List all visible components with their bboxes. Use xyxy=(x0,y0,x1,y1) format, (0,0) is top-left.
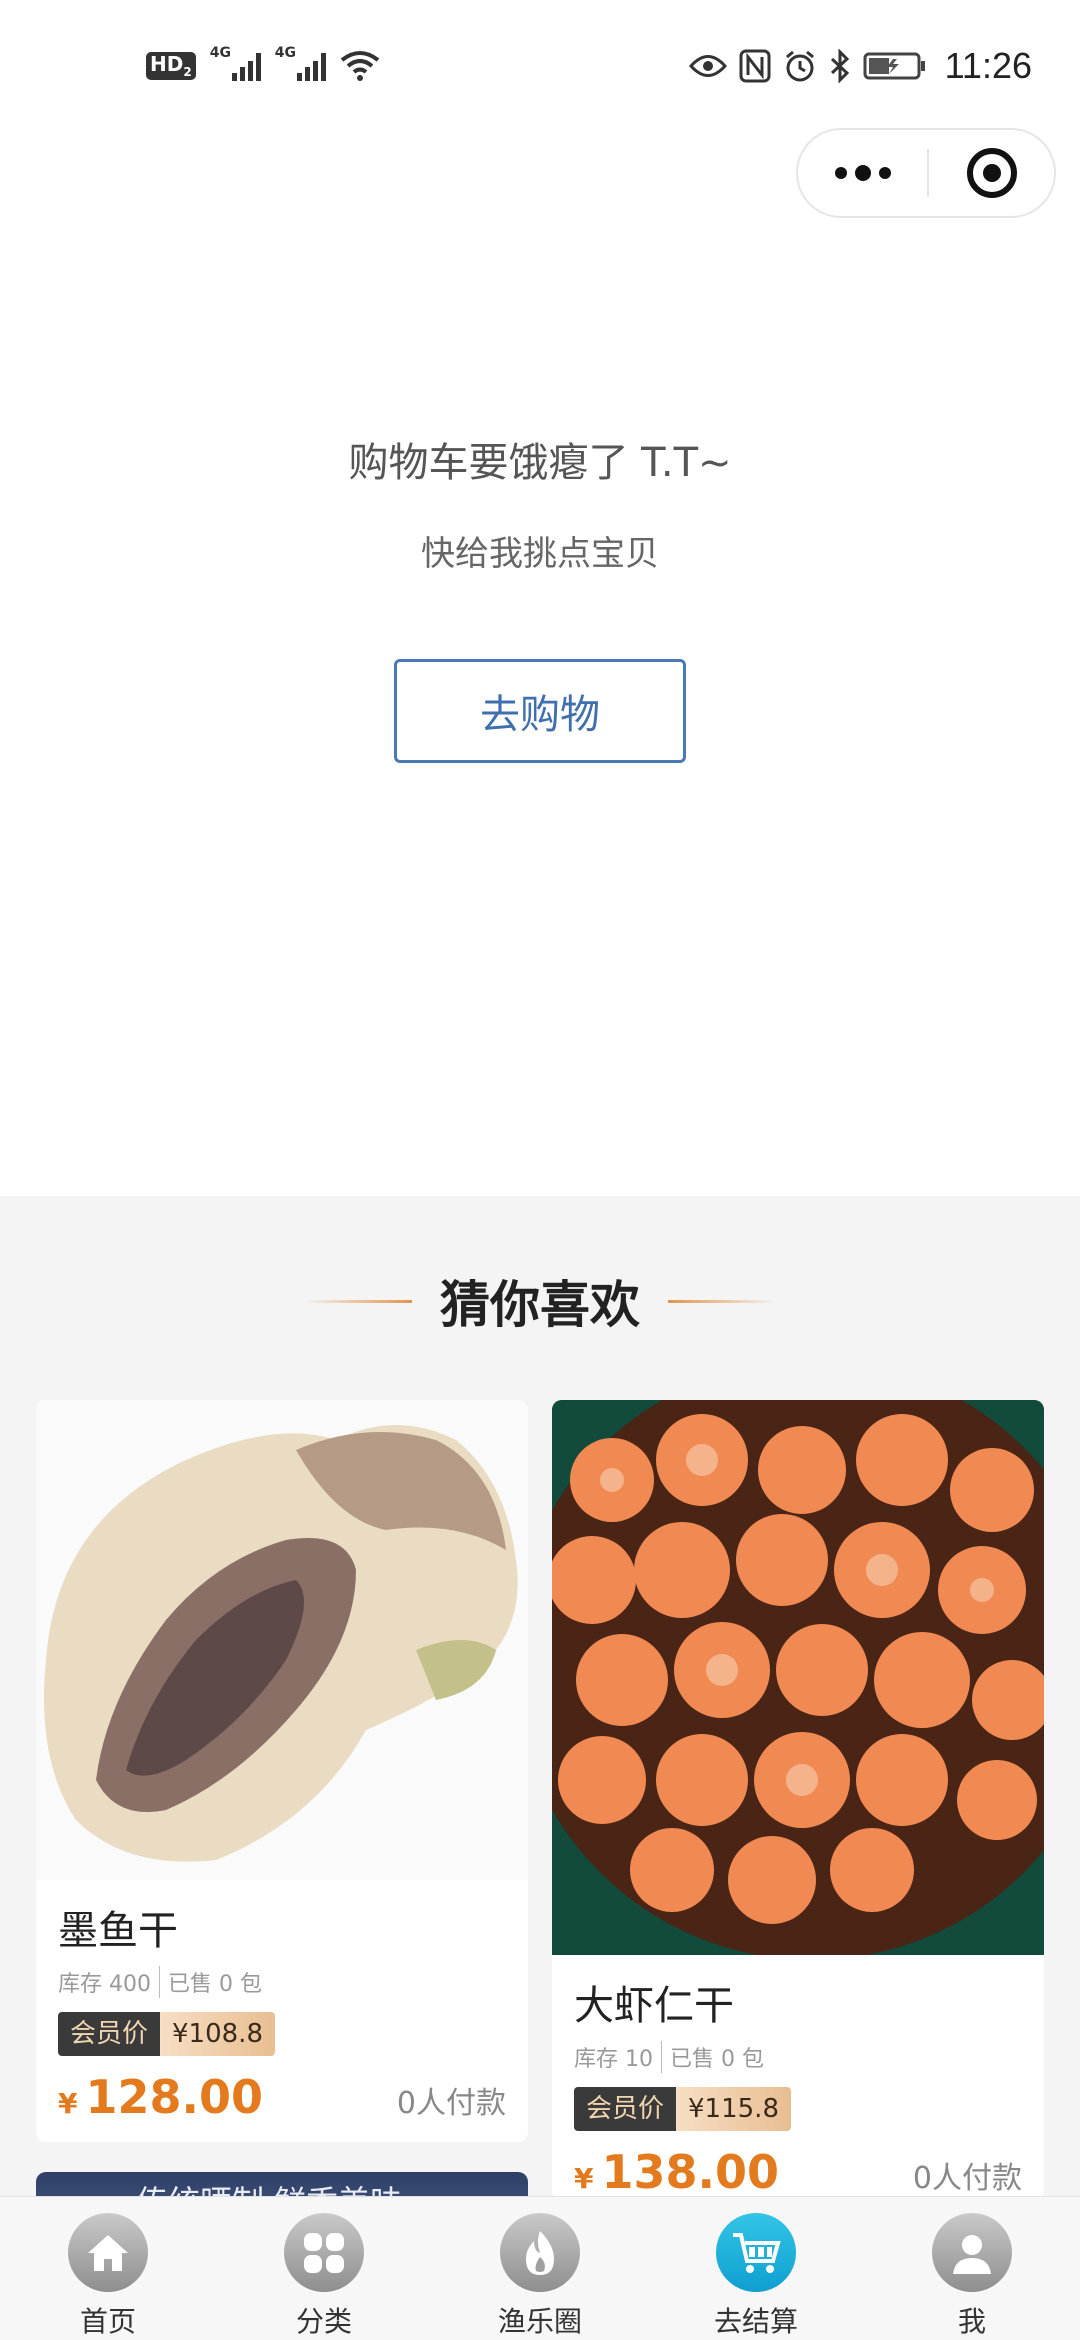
recommend-section: 猜你喜欢 墨鱼干 库存 400 已售 0 包 会员价 ¥108.8 ¥128.0… xyxy=(0,1196,1080,2340)
product-stock: 库存 10 已售 0 包 xyxy=(574,2041,1022,2073)
divider-left xyxy=(302,1299,412,1303)
status-bar: HD2 4G 4G 11:26 xyxy=(0,0,1080,130)
battery-icon xyxy=(863,52,925,80)
product-price: ¥128.00 xyxy=(58,2070,263,2124)
eye-icon xyxy=(688,55,727,77)
paid-count: 0人付款 xyxy=(912,2161,1022,2196)
dried-shrimp-photo xyxy=(552,1400,1044,1955)
miniprogram-capsule xyxy=(796,128,1056,218)
product-name: 大虾仁干 xyxy=(574,1983,734,2029)
product-image[interactable] xyxy=(552,1400,1044,1955)
tab-category[interactable]: 分类 xyxy=(216,2197,432,2340)
product-stock: 库存 400 已售 0 包 xyxy=(58,1966,506,1998)
empty-cart-subtitle: 快给我挑点宝贝 xyxy=(421,534,659,574)
nfc-icon xyxy=(739,49,771,83)
recommend-header: 猜你喜欢 xyxy=(0,1266,1080,1336)
product-card-shrimp[interactable]: 大虾仁干 库存 10 已售 0 包 会员价 ¥115.8 ¥138.00 0人付款 xyxy=(552,1400,1044,2200)
signal-icon: 4G xyxy=(210,45,261,81)
divider-right xyxy=(668,1299,778,1303)
tab-home[interactable]: 首页 xyxy=(0,2197,216,2340)
product-image[interactable] xyxy=(36,1400,528,1880)
product-price: ¥138.00 xyxy=(574,2145,779,2199)
paid-count: 0人付款 xyxy=(396,2086,506,2121)
product-name: 墨鱼干 xyxy=(58,1908,178,1954)
recommend-title: 猜你喜欢 xyxy=(440,1276,640,1334)
cart-icon xyxy=(716,2213,796,2292)
hd-icon: HD2 xyxy=(146,52,196,80)
flame-icon xyxy=(500,2213,580,2292)
close-miniprogram-button[interactable] xyxy=(929,130,1054,216)
home-icon xyxy=(68,2213,148,2292)
member-price-badge: 会员价 ¥115.8 xyxy=(574,2087,791,2131)
member-price-badge: 会员价 ¥108.8 xyxy=(58,2012,275,2056)
user-icon xyxy=(932,2213,1012,2292)
more-button[interactable] xyxy=(798,130,927,216)
dried-cuttlefish-photo xyxy=(44,1425,518,1862)
tab-bar: 首页 分类 渔乐圈 去结算 我 xyxy=(0,2196,1080,2340)
empty-cart-title: 购物车要饿瘪了 T.T~ xyxy=(348,440,732,486)
alarm-icon xyxy=(785,50,814,82)
tab-checkout[interactable]: 去结算 xyxy=(648,2197,864,2340)
target-icon xyxy=(966,148,1017,198)
tab-fishing-circle[interactable]: 渔乐圈 xyxy=(432,2197,648,2340)
category-icon xyxy=(284,2213,364,2292)
go-shopping-button[interactable]: 去购物 xyxy=(394,659,686,763)
wifi-icon xyxy=(340,51,379,81)
tab-me[interactable]: 我 xyxy=(864,2197,1080,2340)
signal-icon-2: 4G xyxy=(275,45,326,81)
product-card-cuttlefish[interactable]: 墨鱼干 库存 400 已售 0 包 会员价 ¥108.8 ¥128.00 0人付款 xyxy=(36,1400,528,2142)
bluetooth-icon xyxy=(830,49,849,83)
status-time: 11:26 xyxy=(944,45,1032,86)
